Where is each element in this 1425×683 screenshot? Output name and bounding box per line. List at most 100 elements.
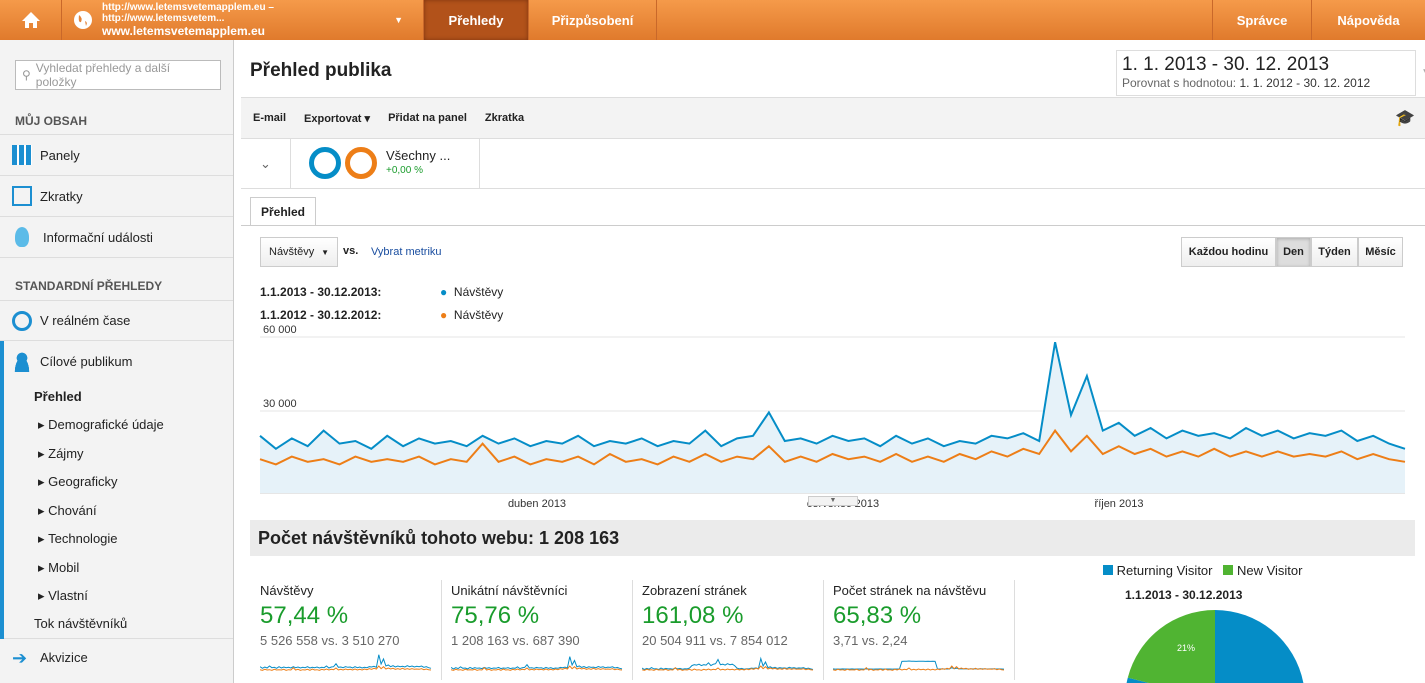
hourly-button[interactable]: Každou hodinu: [1181, 237, 1276, 267]
main-content: Přehled publika 1. 1. 2013 - 30. 12. 201…: [241, 40, 1425, 683]
metric-value: 161,08 %: [642, 602, 744, 629]
label: Exportovat: [304, 112, 362, 125]
label: V reálném čase: [40, 313, 131, 328]
chevron-down-icon[interactable]: ⌄: [241, 139, 291, 188]
granularity-toggle: Každou hodinu Den Týden Měsíc: [1181, 237, 1403, 267]
tab-reports[interactable]: Přehledy: [424, 0, 529, 40]
sidebar-sub-mobile[interactable]: ▸ Mobil: [4, 553, 233, 582]
metric-visits[interactable]: Návštěvy 57,44 % 5 526 558 vs. 3 510 270: [252, 580, 442, 680]
sidebar-sub-behavior[interactable]: ▸ Chování: [4, 496, 233, 525]
metric-compare: 5 526 558 vs. 3 510 270: [260, 633, 400, 648]
search-input[interactable]: ⚲ Vyhledat přehledy a další položky: [15, 60, 221, 90]
compare-range: 1. 1. 2012 - 30. 12. 2012: [1239, 76, 1371, 90]
sidebar-item-dashboards[interactable]: Panely: [0, 135, 233, 176]
label: Returning Visitor: [1116, 563, 1213, 578]
legend-dot: ●: [440, 285, 448, 299]
email-button[interactable]: E-mail: [253, 112, 286, 124]
metric-compare: 20 504 911 vs. 7 854 012: [642, 633, 788, 648]
metric-label: Zobrazení stránek: [642, 583, 747, 598]
y-tick-label: 60 000: [263, 325, 297, 336]
label: Vlastní: [48, 588, 88, 604]
label: Návštěvy: [453, 308, 504, 322]
pie-title: 1.1.2013 - 30.12.2013: [1125, 588, 1243, 602]
label: Geograficky: [48, 474, 118, 490]
sidebar: ⚲ Vyhledat přehledy a další položky MŮJ O…: [0, 40, 234, 683]
segment-ring-blue: [309, 147, 341, 179]
chevron-down-icon: ▼: [1421, 67, 1425, 78]
month-button[interactable]: Měsíc: [1358, 237, 1403, 267]
metric-pageviews[interactable]: Zobrazení stránek 161,08 % 20 504 911 vs. …: [634, 580, 824, 680]
metric-select[interactable]: Návštěvy ▼: [260, 237, 338, 267]
segment-card[interactable]: Všechny ... +0,00 %: [291, 139, 480, 188]
arrow-icon: ➔: [12, 647, 28, 668]
visits-line-chart[interactable]: 60 00030 000duben 2013červenec 2013říjen…: [241, 325, 1425, 510]
sparkline-series: [642, 656, 814, 671]
sidebar-sub-technology[interactable]: ▸ Technologie: [4, 525, 233, 554]
segment-name: Všechny ...: [386, 148, 451, 163]
sidebar-sub-overview[interactable]: Přehled: [4, 382, 233, 411]
week-button[interactable]: Týden: [1311, 237, 1358, 267]
legend-period-current: 1.1.2013 - 30.12.2013:: [260, 285, 382, 299]
shortcut-button[interactable]: Zkratka: [485, 112, 524, 124]
metric-pages-per-visit[interactable]: Počet stránek na návštěvu 65,83 % 3,71 vs.…: [825, 580, 1015, 680]
metric-compare: 3,71 vs. 2,24: [833, 633, 908, 648]
label: Zkratky: [40, 188, 83, 204]
home-button[interactable]: [0, 0, 62, 40]
select-metric-link[interactable]: Vybrat metriku: [371, 246, 442, 258]
help-link[interactable]: Nápověda: [1312, 0, 1425, 40]
label: Informační události: [43, 229, 153, 245]
legend-swatch: [1103, 565, 1113, 575]
legend-previous: ● Návštěvy: [440, 308, 503, 322]
metric-value: 75,76 %: [451, 602, 540, 629]
visitor-pie-chart[interactable]: 21%: [1111, 610, 1321, 683]
day-button[interactable]: Den: [1276, 237, 1311, 267]
sidebar-sub-geo[interactable]: ▸ Geograficky: [4, 468, 233, 497]
label: Zájmy: [48, 445, 84, 461]
sidebar-sub-interests[interactable]: ▸ Zájmy: [4, 439, 233, 468]
sidebar-item-audience[interactable]: Cílové publikum: [4, 341, 233, 382]
sidebar-item-realtime[interactable]: V reálném čase: [0, 300, 233, 341]
search-icon: ⚲: [22, 68, 31, 82]
home-icon: [21, 12, 40, 28]
export-button[interactable]: Exportovat ▾: [304, 112, 370, 125]
pie-legend: Returning Visitor New Visitor: [1103, 563, 1302, 578]
page-title: Přehled publika: [250, 60, 392, 81]
metric-value: 57,44 %: [260, 602, 349, 629]
graduation-cap-icon[interactable]: 🎓: [1395, 108, 1415, 128]
account-selector[interactable]: http://www.letemsvetemapplem.eu – http:/…: [62, 0, 424, 40]
segment-bar: ⌄ Všechny ... +0,00 %: [241, 139, 1425, 189]
legend-current: ● Návštěvy: [440, 285, 503, 299]
metric-label: Návštěvy: [260, 583, 314, 598]
sidebar-item-intelligence[interactable]: Informační události: [0, 217, 233, 258]
sidebar-item-shortcuts[interactable]: Zkratky: [0, 176, 233, 217]
x-tick-label: říjen 2013: [1095, 498, 1144, 510]
sparkline-series: [451, 656, 623, 670]
pie-slice-new[interactable]: [1127, 610, 1215, 683]
account-name: www.letemsvetemapplem.eu: [102, 24, 265, 38]
label: Panely: [40, 147, 80, 163]
date-range-picker[interactable]: 1. 1. 2013 - 30. 12. 2013 Porovnat s hod…: [1116, 50, 1425, 96]
metric-label: Unikátní návštěvníci: [451, 583, 568, 598]
my-content-heading: MŮJ OBSAH: [0, 107, 233, 135]
sidebar-sub-demographics[interactable]: ▸ Demografické údaje: [4, 411, 233, 440]
tab-overview[interactable]: Přehled: [250, 197, 316, 226]
label: Návštěvy: [269, 246, 315, 258]
clock-icon: [12, 310, 32, 331]
sidebar-item-acquisition[interactable]: ➔ Akvizice: [0, 639, 233, 677]
sidebar-sub-flow[interactable]: Tok návštěvníků: [4, 610, 233, 639]
pie-slice-returning[interactable]: [1215, 610, 1304, 683]
chevron-down-icon: ▼: [321, 247, 329, 257]
sidebar-sub-custom[interactable]: ▸ Vlastní: [4, 582, 233, 611]
admin-link[interactable]: Správce: [1212, 0, 1312, 40]
tab-customization[interactable]: Přizpůsobení: [529, 0, 657, 40]
sparkline: [833, 660, 1005, 671]
sparkline-series: [833, 660, 1005, 670]
metric-value: 65,83 %: [833, 602, 922, 629]
chart-resize-handle[interactable]: ▼: [808, 496, 858, 506]
series-line-2013: [259, 341, 1406, 451]
sparkline-series: [260, 654, 432, 669]
globe-icon: [74, 11, 92, 29]
search-placeholder: Vyhledat přehledy a další položky: [35, 61, 171, 89]
add-to-dashboard-button[interactable]: Přidat na panel: [388, 112, 467, 124]
metric-unique[interactable]: Unikátní návštěvníci 75,76 % 1 208 163 vs.…: [443, 580, 633, 680]
